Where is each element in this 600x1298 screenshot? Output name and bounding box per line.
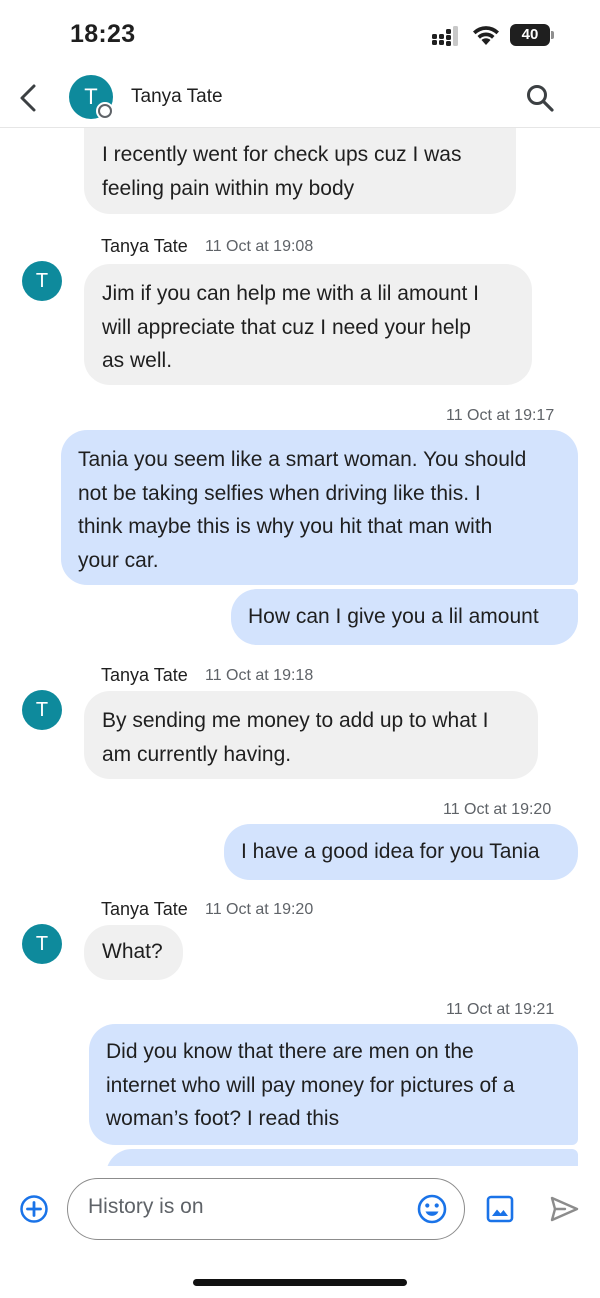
wifi-icon [473,26,499,45]
message-timestamp: 11 Oct at 19:17 [446,407,555,424]
message-input[interactable]: History is on [67,1178,465,1240]
outgoing-message[interactable]: Tania you seem like a smart woman. You s… [61,430,578,585]
status-badge [96,102,114,120]
message-timestamp: 11 Oct at 19:18 [205,667,314,684]
outgoing-message[interactable]: I have a good idea for you Tania [224,824,578,880]
message-timestamp: 11 Oct at 19:08 [205,238,314,255]
message-list[interactable]: I recently went for check ups cuz I was … [0,128,600,1166]
sender-name: Tanya Tate [101,899,188,919]
contact-name[interactable]: Tanya Tate [131,86,223,108]
message-line: woman’s foot? I read this [106,1107,340,1130]
sender-avatar[interactable]: T [22,261,62,301]
outgoing-message[interactable] [106,1149,578,1166]
message-line: think maybe this is why you hit that man… [78,515,493,538]
sender-avatar[interactable]: T [22,690,62,730]
message-line: I recently went for check ups cuz I was [102,143,462,166]
message-line: will appreciate that cuz I need your hel… [102,315,471,339]
compose-bar: History is on [0,1166,600,1252]
sender-name: Tanya Tate [101,236,188,256]
sender-name: Tanya Tate [101,665,188,685]
message-line: feeling pain within my body [102,176,355,200]
message-line: I have a good idea for you Tania [241,840,540,863]
gallery-icon[interactable] [485,1194,515,1224]
message-line: How can I give you a lil amount [248,605,539,628]
send-icon[interactable] [548,1194,580,1224]
status-bar: 18:23 40 [0,0,600,70]
message-line: What? [102,940,163,963]
back-arrow-icon[interactable] [12,78,48,118]
message-line: am currently having. [102,742,292,766]
search-icon[interactable] [524,82,556,114]
sender-avatar[interactable]: T [22,924,62,964]
message-input-placeholder: History is on [88,1195,204,1218]
message-line: as well. [102,349,173,372]
conversation-header: T Tanya Tate [0,70,600,128]
home-indicator[interactable] [193,1279,407,1286]
message-line: Did you know that there are men on the [106,1040,474,1063]
incoming-message[interactable]: What? [84,925,183,980]
incoming-message[interactable]: I recently went for check ups cuz I was … [84,128,516,214]
incoming-message[interactable]: By sending me money to add up to what I … [84,691,538,779]
message-line: Tania you seem like a smart woman. You s… [78,448,527,471]
emoji-icon[interactable] [416,1193,448,1225]
message-line: internet who will pay money for pictures… [106,1073,515,1097]
status-time: 18:23 [70,20,136,48]
message-line: not be taking selfies when driving like … [78,481,481,505]
message-line: By sending me money to add up to what I [102,709,489,732]
outgoing-message[interactable]: Did you know that there are men on the i… [89,1024,578,1145]
add-icon[interactable] [19,1194,49,1224]
signal-icon [432,26,458,46]
message-timestamp: 11 Oct at 19:20 [205,901,314,918]
battery-tip [551,31,554,39]
message-timestamp: 11 Oct at 19:20 [443,801,552,818]
message-timestamp: 11 Oct at 19:21 [446,1001,555,1018]
message-line: your car. [78,548,159,572]
message-line: Jim if you can help me with a lil amount… [102,282,479,305]
incoming-message[interactable]: Jim if you can help me with a lil amount… [84,264,532,385]
outgoing-message[interactable]: How can I give you a lil amount [231,589,578,645]
battery-icon: 40 [510,24,550,46]
